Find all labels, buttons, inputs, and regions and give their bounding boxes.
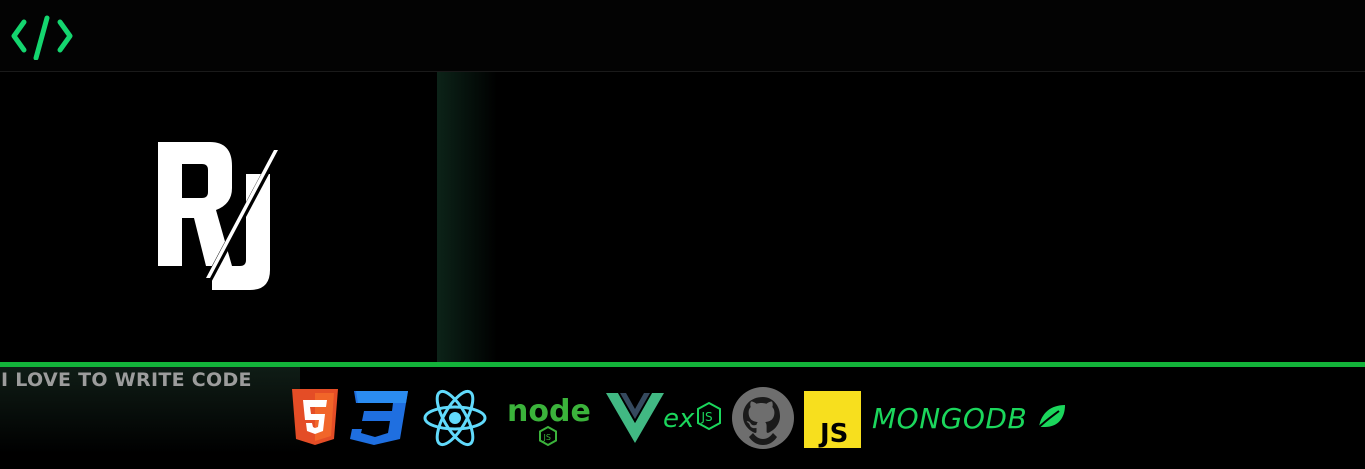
- vuejs-icon: [606, 387, 664, 449]
- html5-icon: [290, 387, 340, 449]
- rj-logo: [150, 142, 286, 302]
- github-icon[interactable]: [731, 387, 795, 449]
- logo-panel: [0, 72, 437, 362]
- svg-text:ex: ex: [663, 404, 695, 434]
- svg-text:JS: JS: [818, 419, 848, 448]
- code-brackets-icon[interactable]: [10, 12, 76, 61]
- mongodb-item: MONGODB: [872, 401, 1067, 435]
- tech-stack-section: I LOVE TO WRITE CODE node JS ex JS JS MO…: [0, 367, 1365, 469]
- svg-text:node: node: [507, 394, 591, 429]
- react-icon: [421, 387, 489, 449]
- top-bar: [0, 0, 1365, 72]
- logo-panel-glow: [437, 72, 497, 362]
- expressjs-icon: ex JS: [663, 387, 727, 449]
- svg-text:JS: JS: [543, 433, 551, 442]
- nodejs-icon: node JS: [505, 387, 591, 449]
- hero-section: [0, 72, 1365, 362]
- mongodb-label: MONGODB: [872, 401, 1028, 435]
- css3-icon: [348, 387, 410, 449]
- tagline: I LOVE TO WRITE CODE: [1, 369, 252, 391]
- leaf-icon: [1035, 401, 1067, 435]
- svg-text:JS: JS: [701, 410, 713, 424]
- javascript-icon: JS: [804, 391, 861, 453]
